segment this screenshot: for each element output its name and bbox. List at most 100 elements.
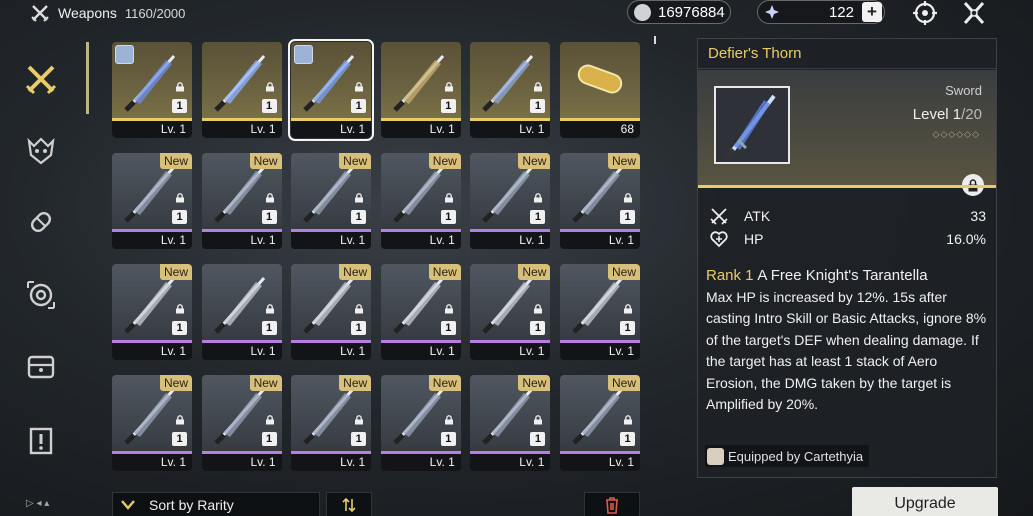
weapon-card[interactable]: New 1 Lv. 1 bbox=[201, 153, 282, 249]
terminal-icon[interactable] bbox=[911, 0, 939, 26]
sidebar-notice-icon[interactable] bbox=[24, 424, 58, 458]
weapon-card[interactable]: New 1 Lv. 1 bbox=[291, 264, 372, 360]
rank-badge: 1 bbox=[351, 99, 367, 113]
chevron-down-icon bbox=[121, 500, 135, 510]
rank-badge: 1 bbox=[620, 432, 635, 446]
new-badge: New bbox=[339, 264, 372, 280]
trash-icon bbox=[606, 497, 618, 514]
new-badge: New bbox=[518, 153, 551, 169]
weapon-card[interactable]: New 1 Lv. 1 bbox=[380, 153, 461, 249]
page-title-label: Weapons bbox=[58, 5, 117, 21]
sword-art-icon bbox=[724, 94, 776, 160]
weapon-name: Defier's Thorn bbox=[698, 39, 996, 69]
sort-order-button[interactable] bbox=[326, 492, 372, 516]
card-level: Lv. 1 bbox=[112, 121, 192, 138]
rank-badge: 1 bbox=[530, 99, 546, 113]
weapon-card[interactable]: 1 Lv. 1 bbox=[112, 42, 192, 138]
lock-icon bbox=[444, 193, 453, 203]
delete-button[interactable] bbox=[584, 492, 640, 516]
card-level: Lv. 1 bbox=[291, 454, 372, 471]
lock-icon bbox=[534, 415, 543, 425]
equipped-by-label: Equipped by Cartethyia bbox=[728, 448, 864, 464]
card-level: Lv. 1 bbox=[560, 232, 640, 249]
card-level: Lv. 1 bbox=[291, 121, 372, 138]
weapon-card[interactable]: New 1 Lv. 1 bbox=[470, 264, 551, 360]
weapon-card[interactable]: 1 Lv. 1 bbox=[201, 42, 282, 138]
rank-badge: 1 bbox=[261, 210, 277, 224]
weapon-card[interactable]: New 1 Lv. 1 bbox=[291, 375, 372, 471]
stat-hp-label: HP bbox=[744, 231, 764, 247]
card-level: Lv. 1 bbox=[560, 454, 640, 471]
card-level: Lv. 1 bbox=[112, 454, 192, 471]
new-badge: New bbox=[159, 375, 192, 391]
weapon-card[interactable]: New 1 Lv. 1 bbox=[380, 375, 461, 471]
card-level: Lv. 1 bbox=[380, 232, 461, 249]
sidebar-weapons-icon[interactable] bbox=[24, 62, 58, 96]
hp-heart-icon bbox=[710, 231, 728, 248]
rank-badge: 1 bbox=[440, 321, 456, 335]
weapon-level: Level 1/20 bbox=[913, 106, 982, 123]
new-badge: New bbox=[428, 153, 461, 169]
rank-badge: 1 bbox=[440, 210, 456, 224]
weapon-card[interactable]: New 1 Lv. 1 bbox=[560, 153, 640, 249]
upgrade-button[interactable]: Upgrade bbox=[852, 487, 998, 516]
weapon-card[interactable]: New 1 Lv. 1 bbox=[291, 153, 372, 249]
sidebar-echo-icon[interactable] bbox=[24, 133, 58, 167]
sidebar-inventory-icon[interactable] bbox=[24, 350, 58, 384]
weapon-card[interactable]: New 1 Lv. 1 bbox=[470, 153, 551, 249]
rank-badge: 1 bbox=[261, 432, 277, 446]
lock-icon bbox=[624, 304, 632, 314]
weapon-card[interactable]: 1 Lv. 1 bbox=[201, 264, 282, 360]
weapon-card[interactable]: New 1 Lv. 1 bbox=[380, 264, 461, 360]
lock-icon bbox=[355, 304, 364, 314]
close-icon[interactable] bbox=[960, 0, 988, 26]
weapon-card[interactable]: New 1 Lv. 1 bbox=[201, 375, 282, 471]
lock-icon bbox=[444, 415, 453, 425]
weapon-count: 1160/2000 bbox=[124, 5, 186, 21]
grid-scrollbar[interactable] bbox=[654, 36, 656, 44]
weapon-card[interactable]: New 1 Lv. 1 bbox=[560, 375, 640, 471]
lock-icon bbox=[176, 304, 184, 314]
equipped-avatar bbox=[115, 45, 134, 64]
character-avatar bbox=[707, 447, 724, 465]
rank-badge: 1 bbox=[440, 99, 456, 113]
card-level: 68 bbox=[560, 121, 640, 138]
weapon-card[interactable]: 1 Lv. 1 bbox=[380, 42, 461, 138]
astrite-value: 122 bbox=[828, 3, 854, 21]
weapon-card[interactable]: New 1 Lv. 1 bbox=[112, 153, 192, 249]
rank-badge: 1 bbox=[620, 321, 635, 335]
rank-badge: 1 bbox=[530, 432, 546, 446]
weapon-card[interactable]: New 1 Lv. 1 bbox=[112, 264, 192, 360]
new-badge: New bbox=[518, 375, 551, 391]
lock-icon bbox=[265, 193, 274, 203]
passive-rank: Rank 1 bbox=[706, 267, 754, 284]
weapon-card[interactable]: New 1 Lv. 1 bbox=[112, 375, 192, 471]
weapon-card[interactable]: 1 Lv. 1 bbox=[470, 42, 551, 138]
weapon-card[interactable]: 1 Lv. 1 bbox=[288, 39, 375, 141]
shell-credit-icon bbox=[634, 3, 651, 21]
weapon-card[interactable]: New 1 Lv. 1 bbox=[470, 375, 551, 471]
shell-credit-value: 16976884 bbox=[658, 3, 725, 21]
lock-icon bbox=[265, 82, 274, 92]
sidebar-material-icon[interactable] bbox=[24, 205, 58, 239]
weapon-card[interactable]: 68 bbox=[560, 42, 640, 138]
lock-icon bbox=[265, 304, 274, 314]
sidebar-filter-indicator[interactable]: ▷ ◂ ▴ bbox=[26, 498, 49, 509]
sidebar-target-icon[interactable] bbox=[24, 278, 58, 312]
weapon-card[interactable]: New 1 Lv. 1 bbox=[560, 264, 640, 360]
card-level: Lv. 1 bbox=[470, 121, 551, 138]
weapon-level-current: Level 1 bbox=[912, 106, 962, 123]
rank-badge: 1 bbox=[351, 432, 367, 446]
card-level: Lv. 1 bbox=[291, 343, 372, 360]
new-badge: New bbox=[159, 264, 192, 280]
equipped-avatar bbox=[294, 45, 314, 64]
stat-atk-label: ATK bbox=[744, 208, 771, 224]
rank-badge: 1 bbox=[530, 321, 546, 335]
add-astrite-button[interactable]: + bbox=[862, 2, 882, 22]
sort-dropdown[interactable]: Sort by Rarity bbox=[112, 492, 320, 516]
lock-icon bbox=[176, 415, 184, 425]
new-badge: New bbox=[428, 375, 461, 391]
equipped-by-tag[interactable]: Equipped by Cartethyia bbox=[705, 445, 870, 467]
shell-credit-counter[interactable]: 16976884 bbox=[627, 0, 731, 24]
rank-badge: 1 bbox=[172, 210, 187, 224]
